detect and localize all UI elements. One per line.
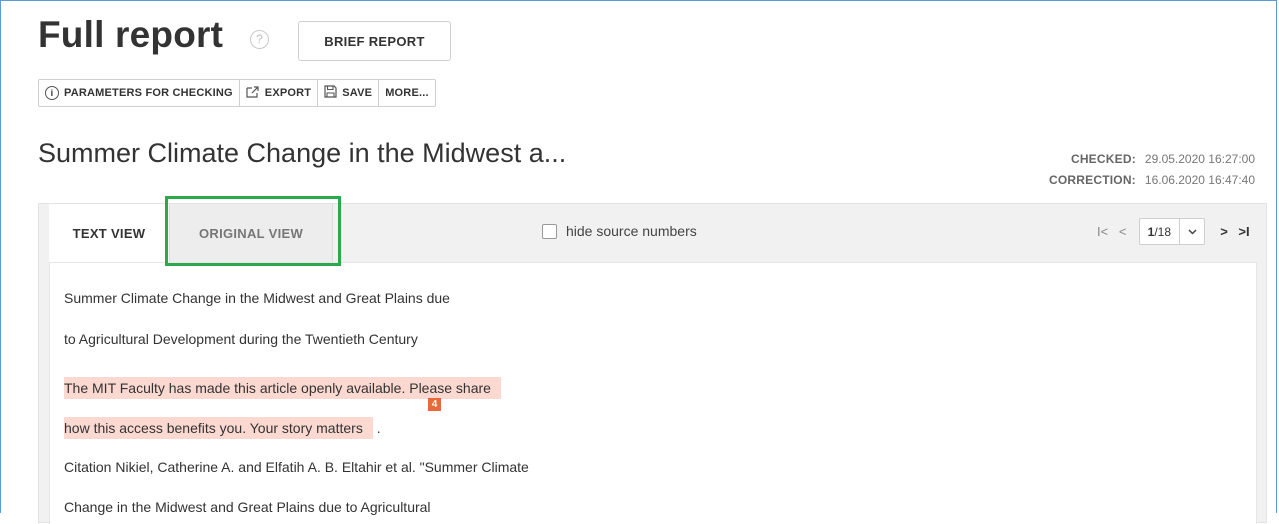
more-button[interactable]: MORE... bbox=[379, 80, 435, 106]
hide-source-numbers-toggle[interactable]: hide source numbers bbox=[542, 223, 697, 239]
check-meta: CHECKED: 29.05.2020 16:27:00 CORRECTION:… bbox=[1049, 149, 1255, 191]
page-number: 1/18 bbox=[1140, 225, 1179, 239]
original-view-highlight-frame bbox=[165, 196, 341, 266]
checked-label: CHECKED: bbox=[1070, 152, 1136, 166]
hide-source-numbers-checkbox[interactable] bbox=[542, 223, 557, 239]
last-page-button[interactable]: >I bbox=[1234, 224, 1254, 239]
hide-source-numbers-label: hide source numbers bbox=[566, 223, 697, 239]
prev-page-button[interactable]: < bbox=[1113, 224, 1133, 239]
highlighted-line[interactable]: The MIT Faculty has made this article op… bbox=[64, 377, 501, 399]
document-title: Summer Climate Change in the Midwest a..… bbox=[38, 138, 567, 168]
source-highlight[interactable]: how this access benefits you. Your story… bbox=[64, 417, 373, 439]
chevron-down-icon[interactable] bbox=[1179, 219, 1204, 244]
source-number-badge[interactable]: 4 bbox=[428, 398, 441, 411]
parameters-button[interactable]: i PARAMETERS FOR CHECKING bbox=[39, 80, 240, 106]
page-navigator: I< < 1/18 > >I bbox=[1093, 218, 1254, 245]
highlighted-line[interactable]: how this access benefits you. Your story… bbox=[64, 417, 381, 439]
next-page-button[interactable]: > bbox=[1214, 224, 1234, 239]
parameters-label: PARAMETERS FOR CHECKING bbox=[64, 87, 233, 99]
first-page-button[interactable]: I< bbox=[1093, 224, 1113, 239]
source-highlight[interactable]: The MIT Faculty has made this article op… bbox=[64, 377, 501, 399]
report-toolbar: i PARAMETERS FOR CHECKING EXPORT SAVE MO… bbox=[38, 79, 436, 107]
text-line: Summer Climate Change in the Midwest and… bbox=[64, 290, 450, 306]
save-label: SAVE bbox=[342, 87, 373, 99]
brief-report-button[interactable]: BRIEF REPORT bbox=[298, 21, 451, 61]
floppy-icon bbox=[324, 85, 337, 101]
export-label: EXPORT bbox=[264, 87, 312, 99]
export-icon bbox=[246, 85, 260, 101]
text-line: to Agricultural Development during the T… bbox=[64, 331, 418, 347]
text-line: Citation Nikiel, Catherine A. and Elfati… bbox=[64, 459, 529, 475]
info-icon: i bbox=[45, 86, 59, 100]
page-title: Full report bbox=[38, 14, 224, 55]
save-button[interactable]: SAVE bbox=[318, 80, 380, 106]
tab-text-view[interactable]: TEXT VIEW bbox=[49, 204, 169, 262]
page-select[interactable]: 1/18 bbox=[1138, 218, 1205, 245]
correction-label: CORRECTION: bbox=[1049, 173, 1136, 187]
total-pages: /18 bbox=[1154, 224, 1171, 239]
correction-value: 16.06.2020 16:47:40 bbox=[1144, 173, 1255, 187]
help-icon[interactable]: ? bbox=[250, 30, 269, 49]
text-fragment: . bbox=[376, 420, 381, 436]
export-button[interactable]: EXPORT bbox=[240, 80, 319, 106]
checked-value: 29.05.2020 16:27:00 bbox=[1144, 152, 1255, 166]
text-content: Summer Climate Change in the Midwest and… bbox=[49, 262, 1257, 524]
